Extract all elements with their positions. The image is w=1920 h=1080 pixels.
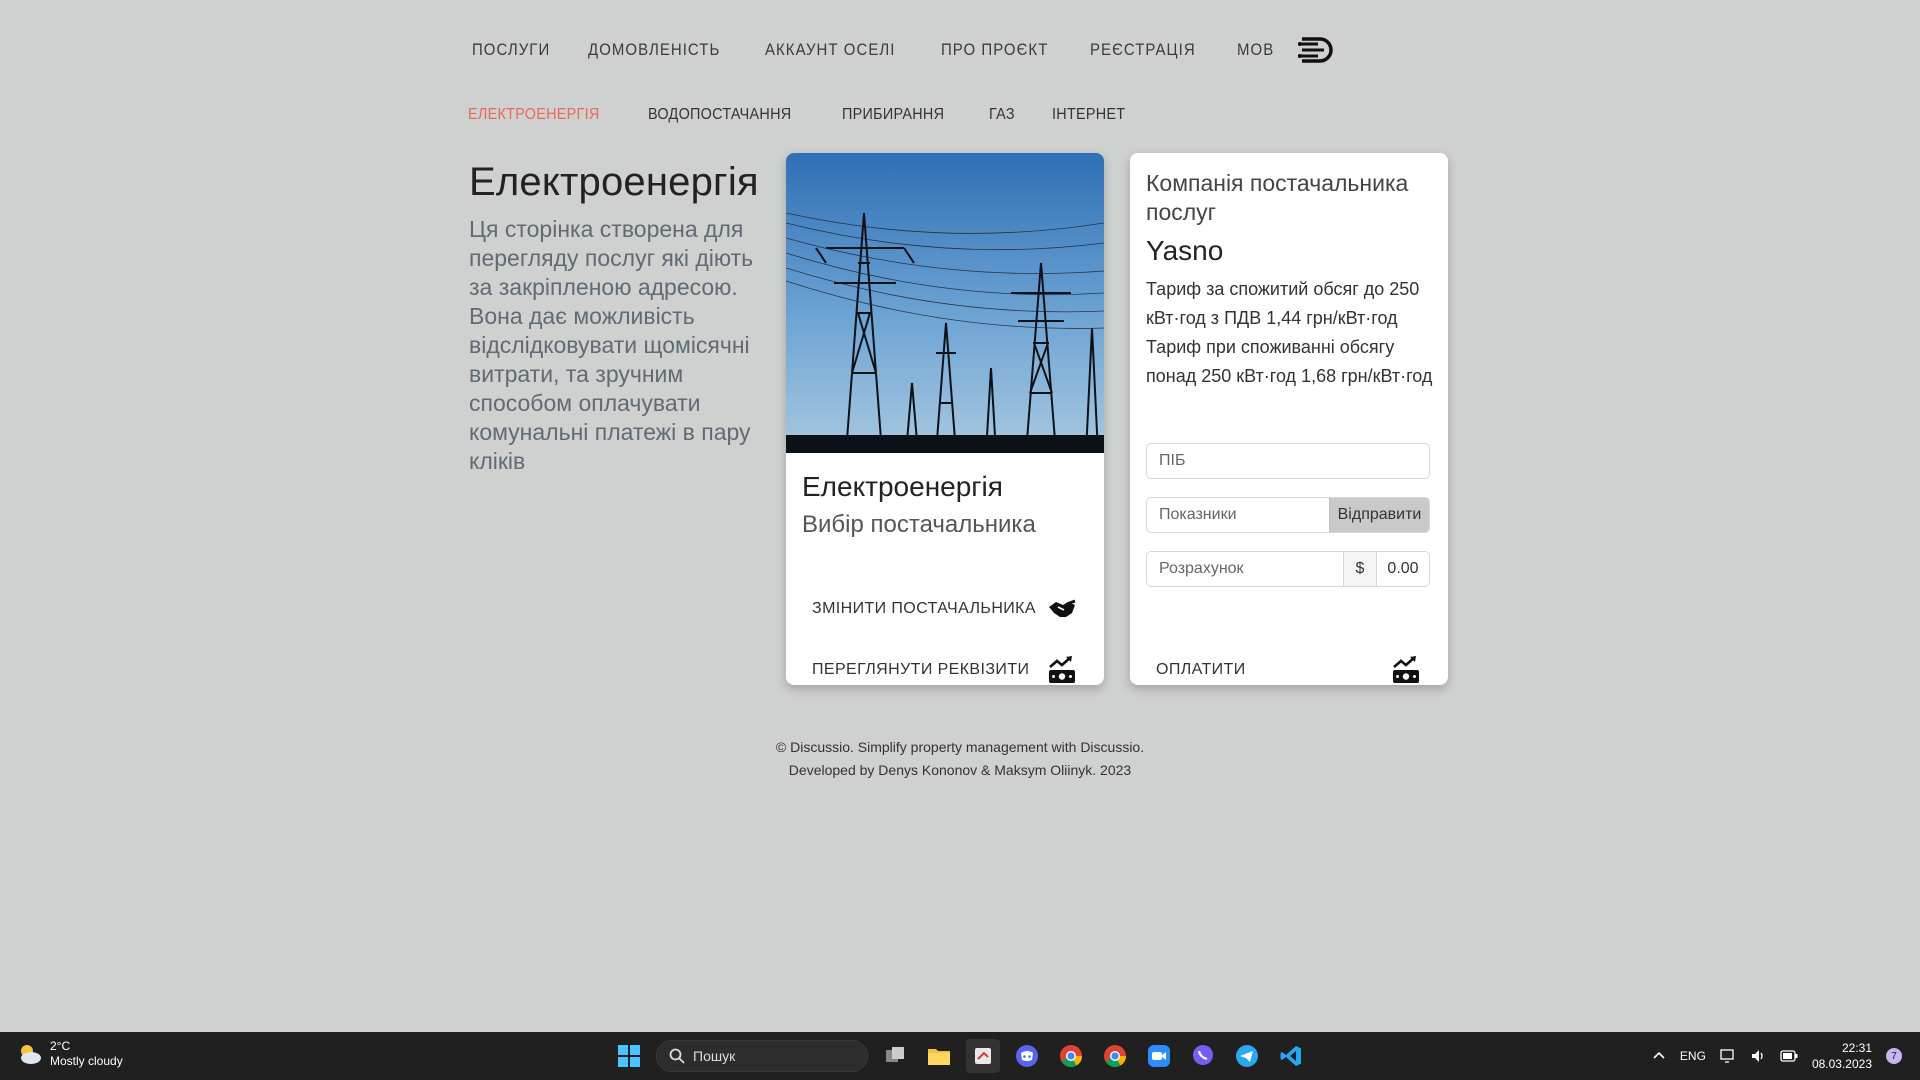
power-lines-image <box>786 153 1104 453</box>
volume-icon[interactable] <box>1750 1048 1766 1064</box>
currency-symbol: $ <box>1343 552 1377 586</box>
telegram-button[interactable] <box>1230 1039 1264 1073</box>
nav-agreement[interactable]: ДОМОВЛЕНІСТЬ <box>588 40 720 60</box>
viber-icon <box>1193 1045 1213 1065</box>
snipping-tool-button[interactable] <box>966 1039 1000 1073</box>
search-placeholder: Пошук <box>693 1048 736 1064</box>
footer: © Discussio. Simplify property managemen… <box>0 736 1920 782</box>
view-details-button[interactable]: ПЕРЕГЛЯНУТИ РЕКВІЗИТИ <box>812 653 1078 685</box>
provider-card: Компанія постачальника послуг Yasno Тари… <box>1130 153 1448 685</box>
change-provider-button[interactable]: ЗМІНИТИ ПОСТАЧАЛЬНИКА <box>812 592 1078 626</box>
file-explorer-button[interactable] <box>922 1039 956 1073</box>
weather-widget[interactable]: 2°C Mostly cloudy <box>16 1039 123 1069</box>
battery-icon[interactable] <box>1780 1050 1798 1062</box>
intro-section: Електроенергія Ця сторінка створена для … <box>469 160 759 476</box>
footer-copyright: © Discussio. Simplify property managemen… <box>775 739 1145 755</box>
nav-language[interactable]: МОВ <box>1237 40 1274 60</box>
amount-value: 0.00 <box>1387 560 1419 577</box>
zoom-icon <box>1148 1045 1170 1067</box>
folder-icon <box>928 1049 950 1065</box>
page-title: Електроенергія <box>469 160 759 204</box>
company-label: Компанія постачальника послуг <box>1146 170 1409 225</box>
nav-registration[interactable]: РЕЄСТРАЦІЯ <box>1090 40 1196 60</box>
tab-water-supply[interactable]: ВОДОПОСТАЧАННЯ <box>648 106 791 124</box>
language-indicator[interactable]: ENG <box>1680 1049 1706 1063</box>
money-chart-icon <box>1393 656 1419 683</box>
company-name: Yasno <box>1146 235 1224 266</box>
chevron-up-icon[interactable] <box>1652 1049 1666 1063</box>
taskbar-apps: Пошук <box>612 1038 1308 1074</box>
clock-time: 22:31 <box>1841 1041 1872 1055</box>
start-button[interactable] <box>612 1039 646 1073</box>
change-provider-label: ЗМІНИТИ ПОСТАЧАЛЬНИКА <box>812 600 1036 617</box>
nav-services[interactable]: ПОСЛУГИ <box>472 40 550 60</box>
service-title: Електроенергія <box>802 471 1003 502</box>
tariff-high: Тариф при споживанні обсягу понад 250 кВ… <box>1146 337 1433 386</box>
chrome-profile-button[interactable] <box>1098 1039 1132 1073</box>
chrome-icon <box>1104 1045 1126 1067</box>
nav-about-project[interactable]: ПРО ПРОЄКТ <box>941 40 1048 60</box>
tab-gas[interactable]: ГАЗ <box>989 106 1015 124</box>
service-tabs: ЕЛЕКТРОЕНЕРГІЯ ВОДОПОСТАЧАННЯ ПРИБИРАННЯ… <box>468 106 1133 124</box>
page-description: Ця сторінка створена для перегляду послу… <box>469 216 754 474</box>
send-readings-button[interactable]: Відправити <box>1329 498 1429 532</box>
zoom-button[interactable] <box>1142 1039 1176 1073</box>
search-icon <box>669 1048 685 1064</box>
cloudy-weather-icon <box>21 1045 41 1064</box>
money-chart-icon <box>1049 656 1075 683</box>
viber-button[interactable] <box>1186 1039 1220 1073</box>
calculation-input[interactable] <box>1147 552 1343 586</box>
chrome-button[interactable] <box>1054 1039 1088 1073</box>
tab-cleaning[interactable]: ПРИБИРАННЯ <box>842 106 944 124</box>
windows-icon <box>618 1045 640 1067</box>
handshake-icon <box>1049 599 1076 617</box>
pay-button[interactable]: ОПЛАТИТИ <box>1156 653 1422 687</box>
discord-icon <box>1016 1045 1038 1067</box>
snipping-tool-icon <box>975 1048 991 1064</box>
taskbar-search[interactable]: Пошук <box>656 1040 868 1072</box>
nav-home-account[interactable]: АККАУНТ ОСЕЛІ <box>765 40 895 60</box>
discussio-logo-icon[interactable] <box>1296 33 1336 67</box>
view-details-label: ПЕРЕГЛЯНУТИ РЕКВІЗИТИ <box>812 661 1030 678</box>
service-card: Електроенергія Вибір постачальника ЗМІНИ… <box>786 153 1104 685</box>
top-navigation: ПОСЛУГИ ДОМОВЛЕНІСТЬ АККАУНТ ОСЕЛІ ПРО П… <box>472 28 1336 72</box>
full-name-input[interactable] <box>1147 444 1429 478</box>
task-view-icon <box>886 1047 904 1062</box>
network-icon[interactable] <box>1720 1048 1736 1064</box>
meter-readings-input[interactable] <box>1147 498 1329 532</box>
vscode-icon <box>1280 1046 1301 1066</box>
clock[interactable]: 22:31 08.03.2023 <box>1812 1040 1872 1072</box>
clock-date: 08.03.2023 <box>1811 1057 1872 1071</box>
service-subtitle: Вибір постачальника <box>802 511 1036 538</box>
telegram-icon <box>1236 1045 1258 1067</box>
weather-temperature: 2°C <box>50 1039 71 1053</box>
full-name-field-wrapper <box>1146 443 1430 479</box>
system-tray: ENG 22:31 08.03.2023 7 <box>1652 1032 1902 1080</box>
meter-field-wrapper: Відправити <box>1146 497 1430 533</box>
discord-button[interactable] <box>1010 1039 1044 1073</box>
pay-label: ОПЛАТИТИ <box>1156 661 1246 678</box>
tariff-info: Тариф за спожитий обсяг до 250 кВт·год з… <box>1146 275 1442 391</box>
footer-developers: Developed by Denys Kononov & Maksym Olii… <box>788 762 1132 778</box>
vscode-button[interactable] <box>1274 1039 1308 1073</box>
tab-internet[interactable]: ІНТЕРНЕТ <box>1052 106 1125 124</box>
notification-badge[interactable]: 7 <box>1886 1048 1902 1064</box>
taskbar: 2°C Mostly cloudy Пошук ENG 22:31 08.03.… <box>0 1032 1920 1080</box>
calculation-field-wrapper: $ 0.00 <box>1146 551 1430 587</box>
tariff-low: Тариф за спожитий обсяг до 250 кВт·год з… <box>1146 279 1420 328</box>
chrome-icon <box>1060 1045 1082 1067</box>
weather-description: Mostly cloudy <box>50 1054 123 1068</box>
tab-electricity[interactable]: ЕЛЕКТРОЕНЕРГІЯ <box>468 106 600 124</box>
task-view-button[interactable] <box>878 1039 912 1073</box>
